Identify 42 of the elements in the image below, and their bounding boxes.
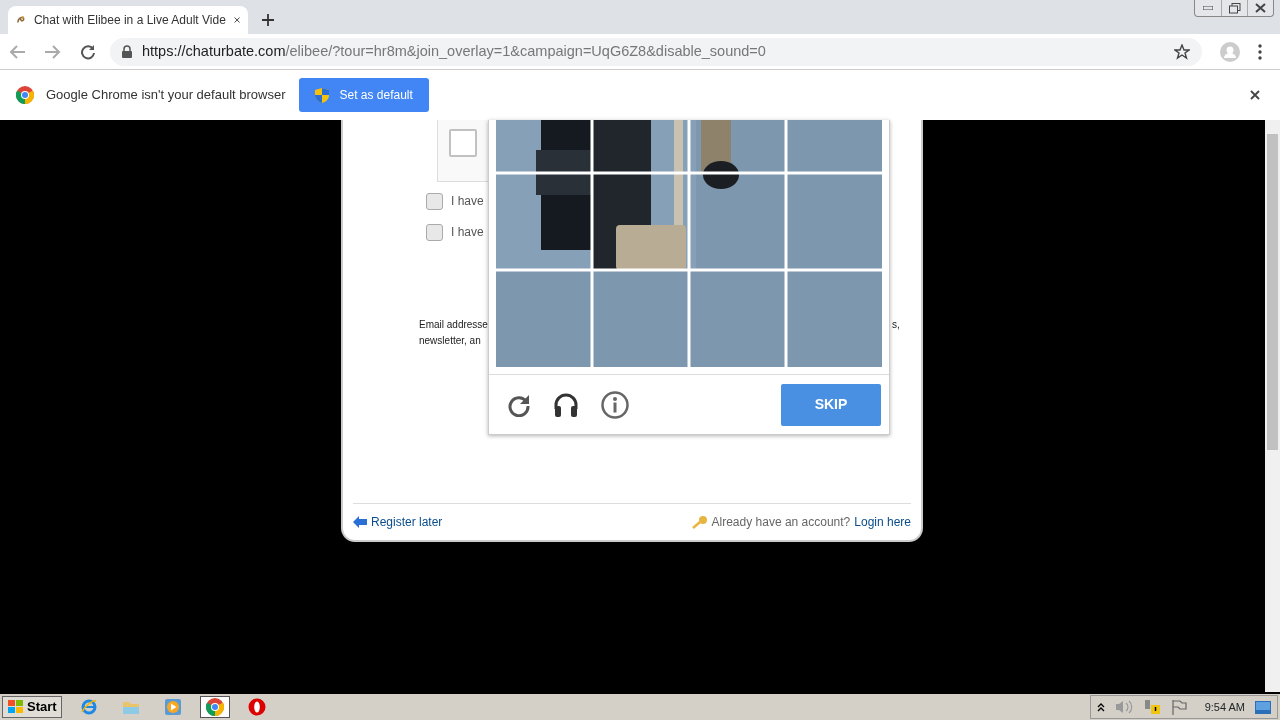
back-arrow-icon <box>353 516 367 528</box>
close-icon[interactable] <box>1250 90 1260 100</box>
caret-icon[interactable] <box>1096 702 1105 712</box>
browser-tab[interactable]: Chat with Elibee in a Live Adult Vide <box>8 6 248 34</box>
lock-icon <box>122 45 132 58</box>
forward-icon[interactable] <box>44 43 62 60</box>
chrome-logo-icon <box>16 86 34 104</box>
star-icon[interactable] <box>1174 43 1190 60</box>
agreement-checkbox[interactable] <box>426 192 443 210</box>
agreement-checkbox[interactable] <box>426 223 443 241</box>
address-bar[interactable]: https://chaturbate.com/elibee/?tour=hr8m&join_overlay=1&campaign=UqG6Z8&disable_sound=0 <box>110 37 1202 66</box>
agreement-label: I have <box>451 193 484 210</box>
clock[interactable]: 9:54 AM <box>1204 698 1245 716</box>
start-button[interactable]: Start <box>2 696 62 718</box>
windows-logo-icon <box>7 699 25 715</box>
back-icon[interactable] <box>8 43 26 60</box>
key-icon <box>691 515 708 529</box>
flag-icon[interactable] <box>1170 699 1187 715</box>
set-default-button[interactable]: Set as default <box>299 78 429 112</box>
speaker-icon[interactable] <box>1114 700 1133 714</box>
agreement-label: I have <box>451 224 484 241</box>
headphones-icon[interactable] <box>553 391 579 418</box>
show-desktop-icon[interactable] <box>1255 700 1271 714</box>
network-warning-icon[interactable] <box>1142 699 1161 715</box>
reload-icon[interactable] <box>80 43 96 60</box>
tab-title: Chat with Elibee in a Live Adult Vide <box>33 12 226 29</box>
email-note: newsletter, an <box>419 334 481 348</box>
infobar-message: Google Chrome isn't your default browser <box>46 86 286 105</box>
scrollbar[interactable] <box>1265 120 1280 692</box>
new-tab-icon[interactable] <box>262 14 274 26</box>
menu-icon[interactable] <box>1258 43 1262 60</box>
chrome-icon[interactable] <box>199 696 230 718</box>
captcha-checkbox[interactable] <box>449 129 477 157</box>
register-later-link[interactable]: Register later <box>371 513 443 531</box>
email-note: Email addresse <box>419 318 488 332</box>
close-icon[interactable] <box>233 15 240 25</box>
scrollbar-thumb[interactable] <box>1267 134 1278 450</box>
email-note: s, <box>892 318 900 332</box>
info-icon[interactable] <box>601 390 629 419</box>
shield-icon <box>315 87 330 103</box>
login-prompt: Already have an account? <box>711 514 851 531</box>
login-link[interactable]: Login here <box>854 513 911 531</box>
